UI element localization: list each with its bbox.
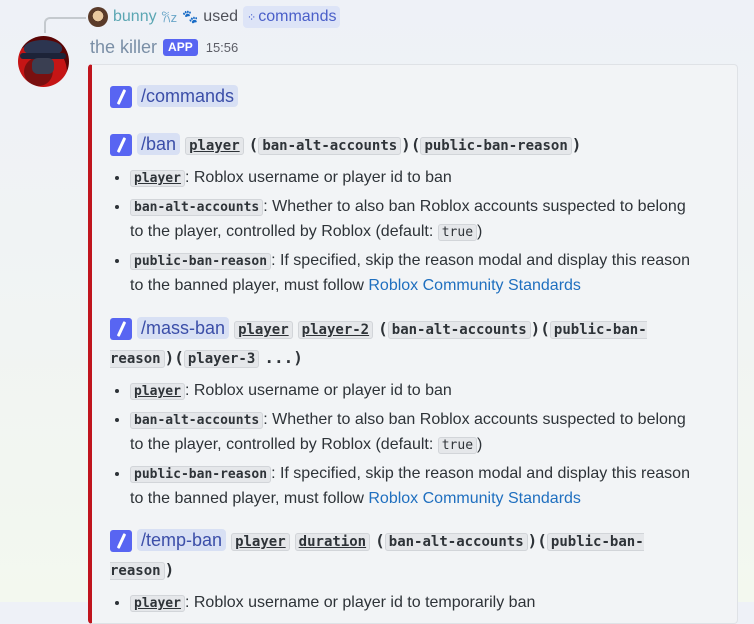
command-section-ban: /ban player (ban-alt-accounts)(public-ba… [110, 131, 690, 302]
arg-paren: ) [571, 135, 582, 154]
arg-paren: ( [410, 135, 421, 154]
arg-ellipsis: ... [264, 348, 294, 367]
app-badge: APP [163, 38, 198, 56]
community-standards-link[interactable]: Roblox Community Standards [368, 277, 581, 294]
default-value: true [437, 437, 478, 454]
list-item: public-ban-reason: If specified, skip th… [130, 462, 690, 511]
arg-paren: ( [540, 319, 550, 338]
list-item: player: Roblox username or player id to … [130, 379, 690, 404]
arg-required: player [185, 137, 244, 155]
arg-required: player [234, 321, 293, 339]
command-section-mass-ban: /mass-ban player player-2 (ban-alt-accou… [110, 315, 690, 515]
arg-code: ban-alt-accounts [130, 199, 264, 216]
arg-paren: ) [293, 348, 303, 367]
arg-required: duration [294, 533, 371, 551]
arg-paren: ( [174, 348, 184, 367]
reply-username[interactable]: bunny [113, 8, 157, 26]
commands-embed: /commands /ban player (ban-alt-accounts)… [88, 64, 738, 624]
list-item: player: Roblox username or player id to … [130, 591, 690, 616]
commands-mention[interactable]: /commands [137, 85, 239, 107]
app-grid-icon: ⁘ [247, 11, 256, 24]
avatar-face [32, 58, 54, 74]
arg-description-end: ) [477, 436, 483, 453]
arg-code: ban-alt-accounts [130, 412, 264, 429]
arg-paren: ) [527, 531, 538, 550]
arg-paren: ) [164, 560, 175, 579]
arg-required: player [231, 533, 290, 551]
list-item: player: Roblox username or player id to … [130, 166, 690, 191]
slash-command-icon [110, 318, 132, 341]
arg-description: : Roblox username or player id to ban [184, 382, 452, 399]
arg-optional: public-ban-reason [420, 137, 572, 155]
used-command-pill[interactable]: ⁘ commands [243, 6, 341, 28]
list-item: ban-alt-accounts: Whether to also ban Ro… [130, 195, 690, 245]
arg-optional: player-3 [183, 350, 260, 368]
arg-description-list: player: Roblox username or player id to … [110, 379, 690, 511]
command-signature: /temp-ban player duration (ban-alt-accou… [110, 527, 690, 585]
sleep-badge-icon: 𐙚z [161, 10, 178, 25]
slash-command-icon [110, 86, 132, 109]
slash-command-icon [110, 134, 132, 157]
arg-optional: ban-alt-accounts [384, 533, 528, 551]
community-standards-link[interactable]: Roblox Community Standards [368, 490, 581, 507]
arg-paren: ( [375, 531, 385, 550]
arg-description: : Roblox username or player id to tempor… [184, 594, 536, 611]
arg-optional: ban-alt-accounts [387, 321, 531, 339]
default-value: true [437, 224, 478, 241]
command-mention[interactable]: /ban [137, 133, 181, 155]
arg-code: player [130, 383, 185, 400]
list-item: public-ban-reason: If specified, skip th… [130, 249, 690, 298]
arg-required: player-2 [297, 321, 374, 339]
arg-paren: ) [401, 135, 411, 154]
paw-badge-icon: 🐾 [182, 9, 199, 24]
used-command-name: commands [258, 8, 337, 25]
arg-paren: ( [378, 319, 388, 338]
arg-optional: ban-alt-accounts [258, 137, 402, 155]
command-signature: /mass-ban player player-2 (ban-alt-accou… [110, 315, 690, 373]
author-username[interactable]: the killer [90, 37, 157, 58]
arg-code: public-ban-reason [130, 466, 272, 483]
arg-code: player [130, 170, 185, 187]
arg-description-list: player: Roblox username or player id to … [110, 591, 690, 616]
reply-used-text: used [203, 8, 238, 25]
command-section-temp-ban: /temp-ban player duration (ban-alt-accou… [110, 527, 690, 620]
author-avatar[interactable] [18, 36, 69, 87]
arg-code: player [130, 595, 185, 612]
reply-preview[interactable]: bunny 𐙚z 🐾 used ⁘ commands [88, 6, 341, 28]
arg-code: public-ban-reason [130, 253, 272, 270]
arg-description: : Roblox username or player id to ban [184, 169, 452, 186]
reply-connector [44, 17, 86, 33]
arg-paren: ) [164, 348, 175, 367]
arg-description-end: ) [477, 223, 483, 240]
arg-paren: ( [537, 531, 547, 550]
arg-description-list: player: Roblox username or player id to … [110, 166, 690, 298]
arg-paren: ) [530, 319, 541, 338]
reply-avatar[interactable] [88, 7, 108, 27]
command-mention[interactable]: /mass-ban [137, 317, 230, 339]
slash-command-icon [110, 530, 132, 553]
embed-title: /commands [110, 83, 690, 110]
arg-paren: ( [248, 135, 259, 154]
command-mention[interactable]: /temp-ban [137, 529, 227, 551]
list-item: ban-alt-accounts: Whether to also ban Ro… [130, 408, 690, 458]
command-signature: /ban player (ban-alt-accounts)(public-ba… [110, 131, 690, 160]
message-timestamp[interactable]: 15:56 [206, 40, 239, 55]
message-header: the killer APP 15:56 [90, 36, 238, 58]
